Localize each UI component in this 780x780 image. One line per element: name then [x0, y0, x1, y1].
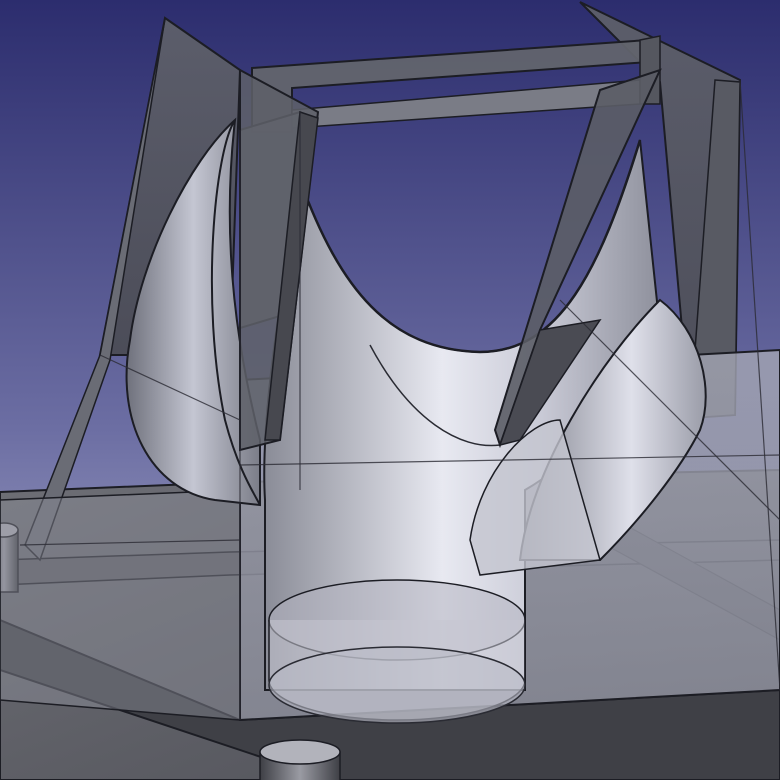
mounting-pin-bottom[interactable] [259, 739, 341, 780]
3d-viewport[interactable] [0, 0, 780, 780]
outlet-cylinder[interactable] [268, 579, 526, 724]
3d-scene[interactable] [0, 0, 780, 780]
